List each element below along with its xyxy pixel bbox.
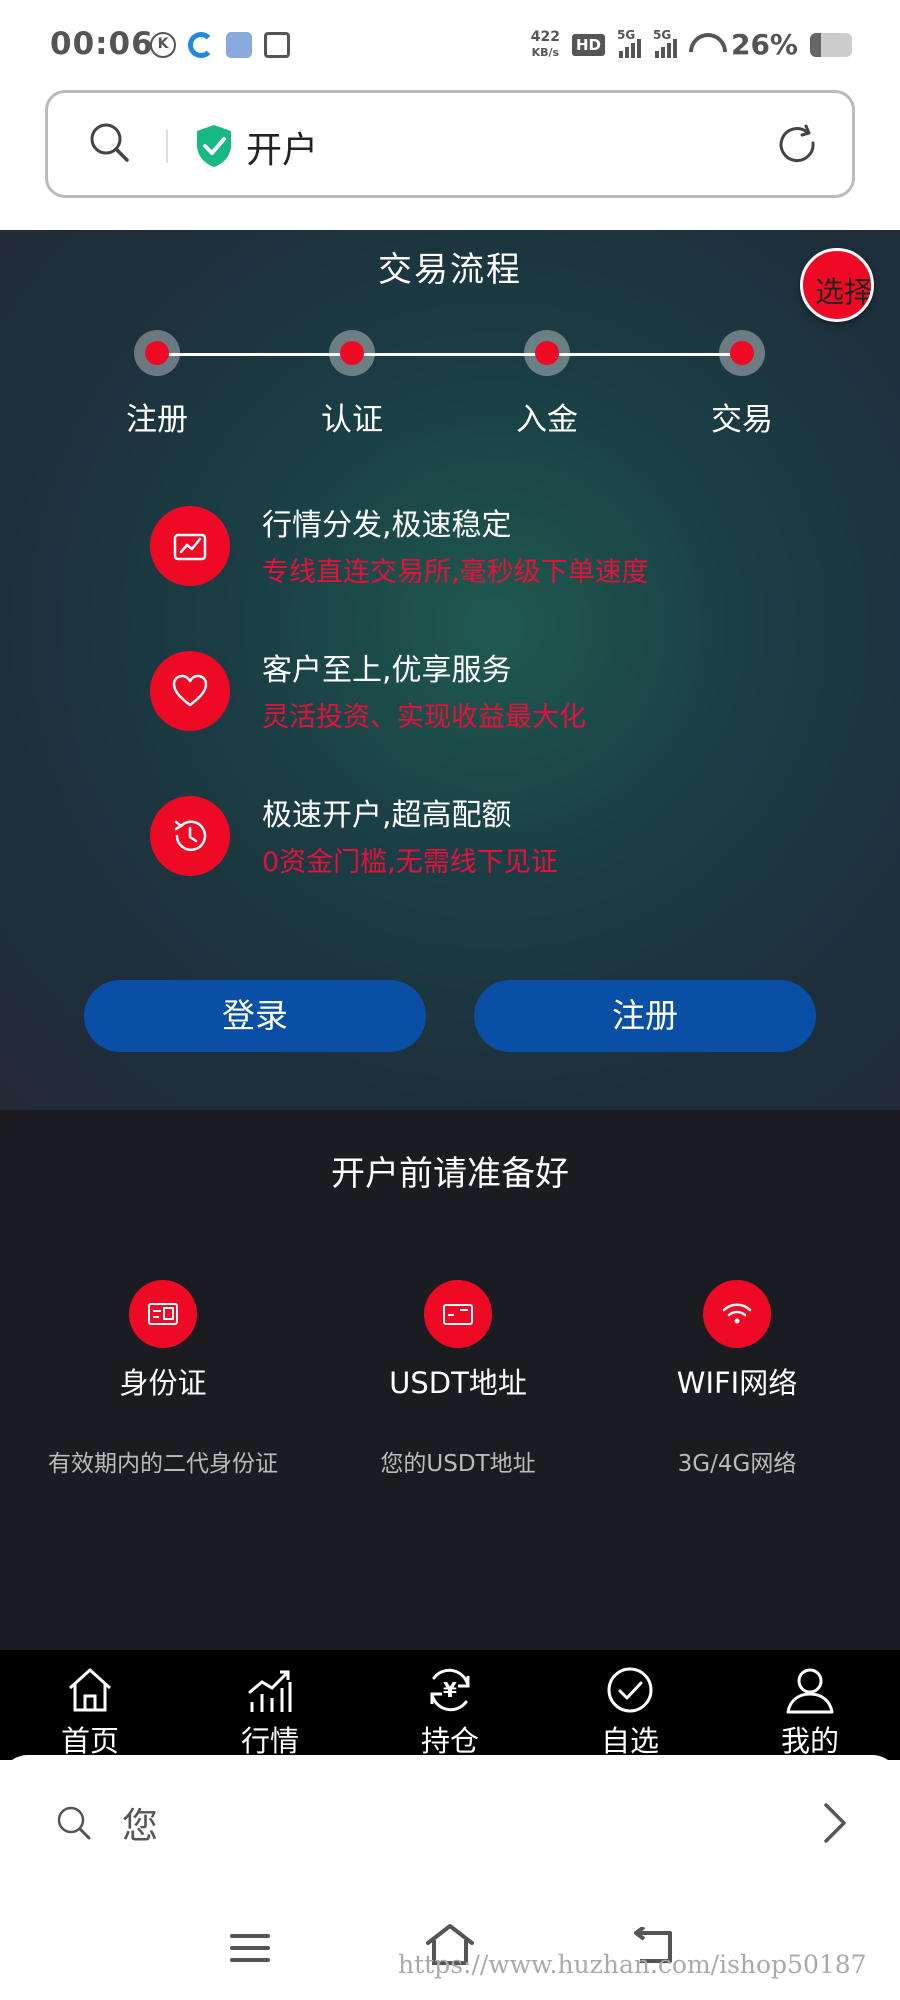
feature-title: 极速开户,超高配额	[262, 798, 512, 833]
language-select-label: 选择语言	[815, 275, 874, 309]
prep-item-name: USDT地址	[389, 1366, 527, 1400]
step-deposit: 入金	[467, 330, 627, 439]
search-icon[interactable]	[88, 121, 130, 163]
url-bar[interactable]: 开户	[45, 90, 855, 198]
k-app-icon: K	[150, 32, 176, 58]
step-dot	[134, 330, 180, 376]
step-label: 交易	[711, 402, 773, 438]
prep-item-desc: 有效期内的二代身份证	[48, 1451, 278, 1477]
wifi-status-icon	[689, 33, 719, 57]
tab-label: 首页	[60, 1724, 119, 1758]
prep-item-usdt: USDT地址 您的USDT地址	[308, 1280, 608, 1478]
tab-positions[interactable]: ¥ 持仓	[390, 1664, 510, 1760]
feature-subtitle: 专线直连交易所,毫秒级下单速度	[262, 557, 649, 588]
step-trade: 交易	[662, 330, 822, 439]
feature-item: 客户至上,优享服务 灵活投资、实现收益最大化	[150, 645, 850, 745]
signal-icon: 5G	[653, 28, 677, 58]
tab-home[interactable]: 首页	[30, 1664, 150, 1760]
step-label: 入金	[516, 402, 578, 438]
browser-app-icon	[188, 32, 214, 58]
step-dot	[719, 330, 765, 376]
tab-profile[interactable]: 我的	[750, 1664, 870, 1760]
preparation-title: 开户前请准备好	[331, 1154, 569, 1194]
tab-label: 持仓	[420, 1724, 479, 1758]
shield-check-icon	[197, 125, 231, 167]
check-circle-icon	[607, 1667, 653, 1713]
status-time: 00:06	[50, 26, 154, 62]
register-button[interactable]: 注册	[474, 980, 816, 1052]
tab-label: 行情	[240, 1724, 299, 1758]
feature-item: 行情分发,极速稳定 专线直连交易所,毫秒级下单速度	[150, 500, 850, 600]
feature-subtitle: 0资金门槛,无需线下见证	[262, 847, 558, 878]
bottom-tab-bar: 首页 行情 ¥ 持仓 自选 我的	[0, 1650, 900, 1760]
signal-icon: 5G	[617, 28, 641, 58]
signal-2-label: 5G	[652, 27, 672, 42]
login-button[interactable]: 登录	[84, 980, 426, 1052]
watermark-text: https://www.huzhan.com/ishop50187	[398, 1950, 867, 1979]
prep-item-id-card: 身份证 有效期内的二代身份证	[13, 1280, 313, 1478]
hd-badge: HD	[571, 33, 605, 56]
prep-item-desc: 3G/4G网络	[677, 1451, 797, 1477]
preparation-section: 开户前请准备好 身份证 有效期内的二代身份证 USDT地址 您的USDT地址 W…	[0, 1110, 900, 1650]
network-speed: 422 KB/s	[530, 28, 560, 60]
prep-item-name: WIFI网络	[676, 1366, 798, 1400]
battery-level	[810, 32, 821, 57]
tab-label: 我的	[780, 1724, 839, 1758]
gallery-app-icon	[226, 32, 252, 58]
tab-market[interactable]: 行情	[210, 1664, 330, 1760]
refresh-icon[interactable]	[776, 123, 820, 167]
page-title: 开户	[246, 130, 319, 171]
trade-steps: 注册 认证 入金 交易	[0, 330, 900, 440]
prep-item-desc: 您的USDT地址	[380, 1451, 536, 1477]
home-icon	[68, 1668, 112, 1712]
search-suggestion-text[interactable]: 您	[122, 1797, 158, 1849]
steps-line	[157, 353, 743, 356]
network-speed-value: 422	[530, 28, 560, 45]
feature-item: 极速开户,超高配额 0资金门槛,无需线下见证	[150, 790, 850, 890]
prep-item-wifi: WIFI网络 3G/4G网络	[587, 1280, 887, 1478]
yen-refresh-icon: ¥	[430, 1668, 470, 1712]
battery-percent: 26%	[730, 28, 798, 61]
tab-label: 自选	[600, 1724, 659, 1758]
notification-icons: K	[150, 32, 290, 58]
trade-flow-title: 交易流程	[378, 250, 522, 290]
prep-item-name: 身份证	[119, 1366, 207, 1400]
heart-icon	[150, 651, 230, 731]
menu-icon[interactable]	[230, 1931, 270, 1965]
wifi-icon	[703, 1280, 771, 1348]
language-select-button[interactable]: 选择语言	[800, 248, 874, 322]
wallet-card-icon	[424, 1280, 492, 1348]
status-bar: 00:06 K 422 KB/s HD 5G 5G 26%	[0, 0, 900, 92]
step-dot	[329, 330, 375, 376]
step-register: 注册	[77, 330, 237, 439]
feature-title: 客户至上,优享服务	[262, 653, 512, 688]
step-label: 注册	[126, 402, 188, 438]
mail-icon	[264, 32, 290, 58]
url-divider	[166, 129, 168, 163]
id-card-icon	[129, 1280, 197, 1348]
chevron-right-icon[interactable]	[820, 1801, 850, 1845]
svg-text:¥: ¥	[443, 1678, 457, 1702]
network-speed-unit: KB/s	[531, 45, 560, 59]
feature-subtitle: 灵活投资、实现收益最大化	[262, 702, 586, 733]
step-verify: 认证	[272, 330, 432, 439]
chart-card-icon	[150, 506, 230, 586]
tab-watchlist[interactable]: 自选	[570, 1664, 690, 1760]
search-icon[interactable]	[56, 1805, 92, 1841]
status-right: 422 KB/s HD 5G 5G 26%	[531, 28, 852, 61]
signal-1-label: 5G	[616, 27, 636, 42]
market-chart-icon	[248, 1670, 292, 1712]
feature-title: 行情分发,极速稳定	[262, 508, 512, 543]
step-dot	[524, 330, 570, 376]
history-clock-icon	[150, 796, 230, 876]
trade-flow-section: 交易流程 选择语言 注册 认证 入金 交易 行情分发,极速稳定	[0, 230, 900, 1110]
step-label: 认证	[321, 402, 383, 438]
user-icon	[786, 1668, 834, 1714]
battery-icon	[810, 32, 852, 57]
